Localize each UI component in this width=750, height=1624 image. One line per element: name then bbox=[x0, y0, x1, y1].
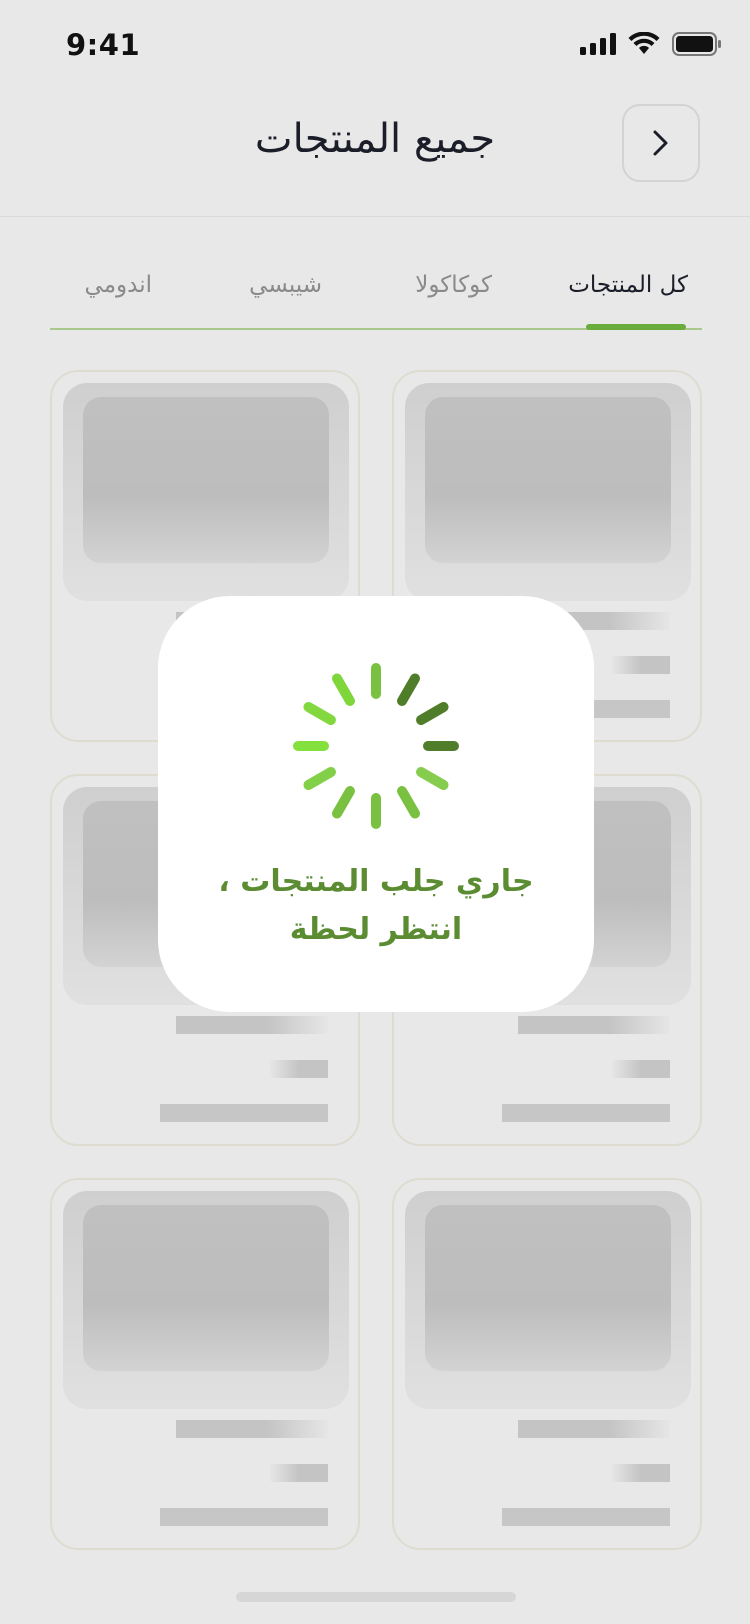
cellular-signal-icon bbox=[580, 33, 616, 55]
battery-icon bbox=[672, 32, 721, 56]
product-card-skeleton bbox=[50, 1178, 360, 1550]
status-bar: 9:41 bbox=[0, 0, 750, 92]
status-icons bbox=[580, 32, 722, 56]
spinner-tick bbox=[303, 702, 336, 725]
price-placeholder bbox=[612, 1060, 670, 1078]
loading-spinner-icon bbox=[293, 663, 459, 829]
title-placeholder bbox=[518, 1420, 670, 1438]
image-placeholder bbox=[63, 1191, 349, 1409]
back-button[interactable] bbox=[622, 104, 700, 182]
price-placeholder bbox=[612, 1464, 670, 1482]
product-card-skeleton bbox=[392, 1178, 702, 1550]
loading-message-line-1: جاري جلب المنتجات ، bbox=[218, 864, 534, 899]
button-placeholder bbox=[502, 1104, 670, 1122]
price-placeholder bbox=[612, 656, 670, 674]
price-placeholder bbox=[270, 1464, 328, 1482]
tab-chipsy[interactable]: شيبسي bbox=[249, 272, 322, 298]
price-placeholder bbox=[270, 1060, 328, 1078]
active-tab-indicator bbox=[586, 324, 686, 330]
image-placeholder bbox=[405, 383, 691, 601]
title-placeholder bbox=[518, 1016, 670, 1034]
title-placeholder bbox=[176, 1420, 328, 1438]
image-placeholder bbox=[63, 383, 349, 601]
spinner-tick bbox=[397, 673, 420, 706]
spinner-tick bbox=[416, 767, 449, 790]
title-placeholder bbox=[176, 1016, 328, 1034]
spinner-tick bbox=[332, 786, 355, 819]
wifi-icon bbox=[628, 32, 660, 54]
category-tabs: كل المنتجات كوكاكولا شيبسي اندومي bbox=[50, 250, 702, 330]
tab-cocacola[interactable]: كوكاكولا bbox=[415, 272, 492, 298]
button-placeholder bbox=[502, 1508, 670, 1526]
spinner-tick bbox=[303, 767, 336, 790]
status-time: 9:41 bbox=[66, 28, 141, 62]
spinner-tick bbox=[332, 673, 355, 706]
header: جميع المنتجات bbox=[0, 92, 750, 217]
spinner-tick bbox=[416, 702, 449, 725]
button-placeholder bbox=[160, 1508, 328, 1526]
spinner-tick bbox=[397, 786, 420, 819]
loading-message-line-2: انتظر لحظة bbox=[289, 912, 463, 947]
loading-message: جاري جلب المنتجات ، انتظر لحظة bbox=[158, 858, 594, 954]
chevron-right-icon bbox=[653, 130, 668, 156]
image-placeholder bbox=[405, 1191, 691, 1409]
button-placeholder bbox=[160, 1104, 328, 1122]
tab-all-products[interactable]: كل المنتجات bbox=[568, 272, 688, 298]
tab-indomie[interactable]: اندومي bbox=[85, 272, 152, 298]
loading-dialog: جاري جلب المنتجات ، انتظر لحظة bbox=[158, 596, 594, 1012]
home-indicator bbox=[236, 1592, 516, 1602]
